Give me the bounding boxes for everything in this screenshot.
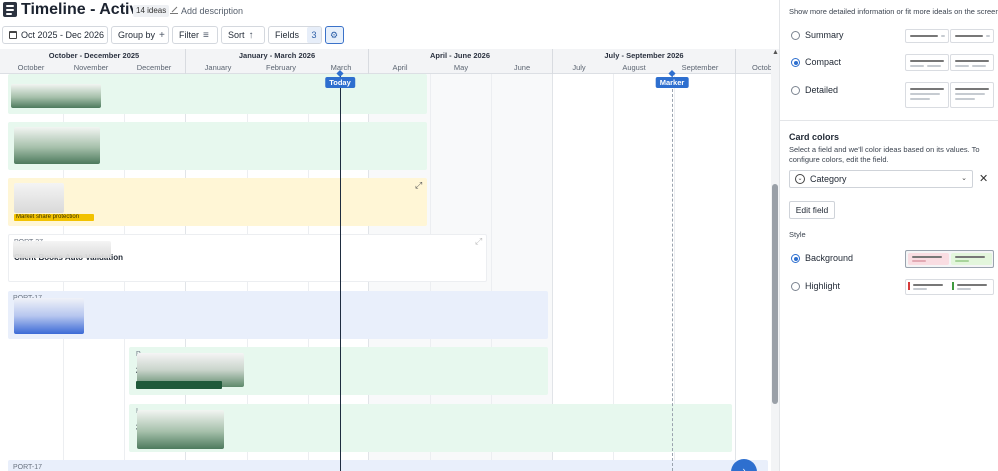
vertical-scrollbar[interactable]: ▲ [771, 49, 779, 471]
quarter-label: January - March 2026 [238, 51, 316, 60]
fields-count: 3 [307, 27, 322, 43]
month-label: July [572, 63, 586, 72]
month-label: December [136, 63, 172, 72]
quarter-label: April - June 2026 [429, 51, 491, 60]
quarter-label: July - September 2026 [604, 51, 684, 60]
view-settings-panel: Show more detailed information or fit mo… [779, 0, 998, 471]
group-by-button[interactable]: Group by + [111, 26, 169, 44]
ideas-count-badge: 14 ideas [133, 5, 170, 17]
fields-button[interactable]: Fields 3 [268, 26, 322, 44]
page-header: Timeline - Active 14 ideas Add descripti… [0, 0, 775, 22]
list-icon[interactable] [3, 2, 17, 17]
expand-icon[interactable]: ⤢ [415, 181, 422, 190]
radio-icon[interactable] [791, 282, 800, 291]
pencil-icon [170, 6, 178, 14]
plus-icon: + [159, 29, 165, 41]
expand-icon[interactable]: ⤢ [475, 237, 482, 246]
quarter-label: October - December 2025 [48, 51, 140, 60]
summary-preview [950, 29, 994, 43]
timeline-grid: PORT-13 Market share protection ⤢ PORT-2… [0, 74, 775, 471]
radio-icon[interactable] [791, 86, 800, 95]
category-tag: Market share protection [14, 214, 94, 221]
idea-card[interactable] [8, 122, 427, 170]
card-colors-heading: Card colors [789, 132, 840, 142]
card-id: PORT-13 [13, 74, 42, 76]
timeline-header: October - December 2025 January - March … [0, 49, 775, 74]
radio-selected-icon[interactable] [791, 254, 800, 263]
idea-card[interactable]: Market share protection ⤢ [8, 178, 427, 226]
style-label: Style [789, 230, 806, 239]
edit-field-button[interactable]: Edit field [789, 201, 835, 219]
compact-preview [905, 54, 949, 71]
month-label: October [17, 63, 45, 72]
color-field-select[interactable]: ⌄ Category ⌄ [789, 170, 973, 188]
add-description-link[interactable]: Add description [170, 5, 243, 17]
month-label: April [392, 63, 408, 72]
background-style-preview [905, 250, 994, 268]
date-range-button[interactable]: Oct 2025 - Dec 2026 [2, 26, 108, 44]
idea-card[interactable]: PORT-13 [8, 74, 427, 114]
scrollbar-thumb[interactable] [772, 184, 778, 404]
idea-card[interactable]: PORT-27 Client Books Auto Validation ⤢ [8, 234, 487, 282]
chevron-down-icon: ⌄ [961, 175, 967, 182]
card-colors-help: Select a field and we'll color ideas bas… [789, 145, 980, 164]
idea-card[interactable]: P 2 [129, 347, 548, 395]
month-label: January [204, 63, 232, 72]
summary-preview [905, 29, 949, 43]
radio-selected-icon[interactable] [791, 58, 800, 67]
category-icon: ⌄ [795, 174, 805, 184]
detailed-preview [905, 82, 949, 108]
month-label: September [681, 63, 719, 72]
calendar-icon [9, 31, 17, 39]
timeline: October - December 2025 January - March … [0, 49, 775, 471]
highlight-style-preview [905, 279, 994, 295]
compact-preview [950, 54, 994, 71]
idea-card[interactable]: PORT-17 [8, 291, 548, 339]
idea-card[interactable]: PORT-17 [8, 460, 768, 471]
filter-button[interactable]: Filter ≡ [172, 26, 218, 44]
month-label: February [265, 63, 297, 72]
sliders-icon: ⚙ [330, 30, 339, 40]
clear-color-field-button[interactable]: ✕ [979, 172, 988, 185]
density-help-text: Show more detailed information or fit mo… [789, 7, 998, 16]
card-id: PORT-17 [13, 464, 43, 471]
page-title[interactable]: Timeline - Active [21, 1, 147, 19]
close-icon: ✕ [979, 173, 989, 185]
month-label: November [73, 63, 109, 72]
idea-card[interactable]: I 3 [129, 404, 732, 452]
detailed-preview [950, 82, 994, 108]
sort-button[interactable]: Sort ↑ [221, 26, 265, 44]
sort-ascending-icon: ↑ [248, 29, 254, 41]
filter-icon: ≡ [203, 29, 209, 41]
today-flag[interactable]: Today [325, 77, 355, 88]
month-label: June [513, 63, 531, 72]
month-label: May [453, 63, 469, 72]
toolbar: Oct 2025 - Dec 2026 Group by + Filter ≡ So… [0, 26, 775, 44]
month-label: Octob [751, 63, 773, 72]
radio-icon[interactable] [791, 31, 800, 40]
marker-flag[interactable]: Marker [655, 77, 689, 88]
chevron-right-icon: › [742, 465, 746, 471]
marker-line [672, 74, 673, 471]
view-settings-button[interactable]: ⚙ [325, 26, 344, 44]
month-label: August [622, 63, 646, 72]
today-line [340, 74, 341, 471]
scroll-up-icon[interactable]: ▲ [772, 49, 779, 56]
